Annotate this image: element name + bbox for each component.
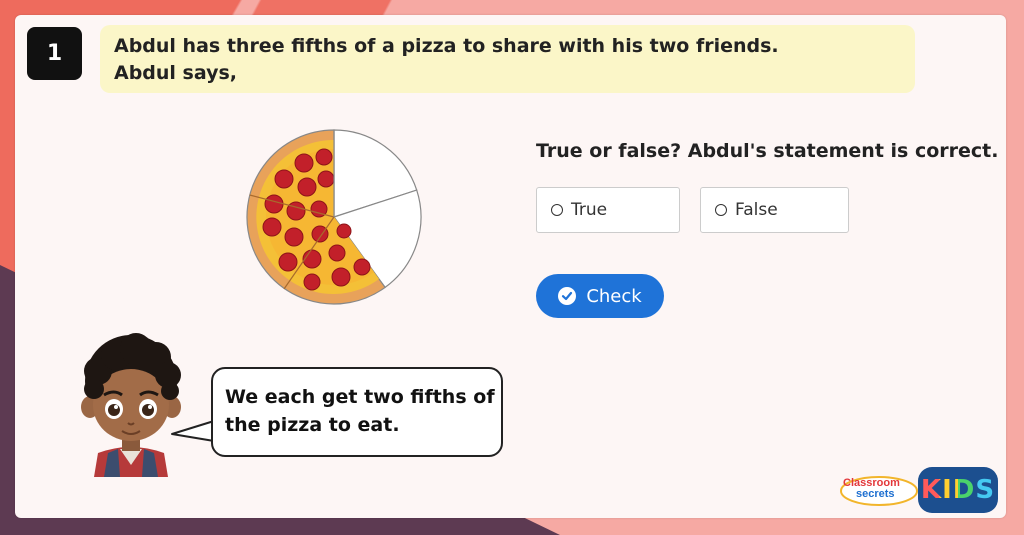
radio-icon[interactable] (551, 204, 563, 216)
checkmark-icon (558, 287, 577, 305)
logo-brand-line-2: secrets (856, 488, 895, 500)
question-panel: Abdul has three fifths of a pizza to sha… (100, 25, 915, 93)
question-text-line-1: Abdul has three fifths of a pizza to sha… (114, 35, 779, 57)
question-text-line-2: Abdul says, (114, 62, 238, 84)
question-number: 1 (46, 41, 63, 66)
option-false-label: False (735, 200, 778, 220)
option-true-label: True (571, 200, 608, 220)
kids-logo-text: KIDS (920, 475, 996, 505)
speech-bubble: We each get two fifths of the pizza to e… (211, 367, 503, 457)
speech-line-2: the pizza to eat. (225, 414, 400, 436)
radio-icon[interactable] (715, 204, 727, 216)
check-button-label: Check (586, 285, 642, 307)
speech-line-1: We each get two fifths of (225, 386, 495, 408)
question-number-badge: 1 (27, 27, 82, 80)
pizza-illustration (244, 127, 424, 307)
kids-logo: KIDS (918, 467, 998, 513)
check-button[interactable]: Check (536, 274, 664, 318)
pizza-icon (246, 129, 422, 305)
statement-prompt: True or false? Abdul's statement is corr… (536, 140, 999, 162)
speech-bubble-tail (171, 420, 215, 442)
option-false[interactable]: False (700, 187, 849, 233)
option-true[interactable]: True (536, 187, 680, 233)
child-character-illustration (76, 325, 186, 477)
